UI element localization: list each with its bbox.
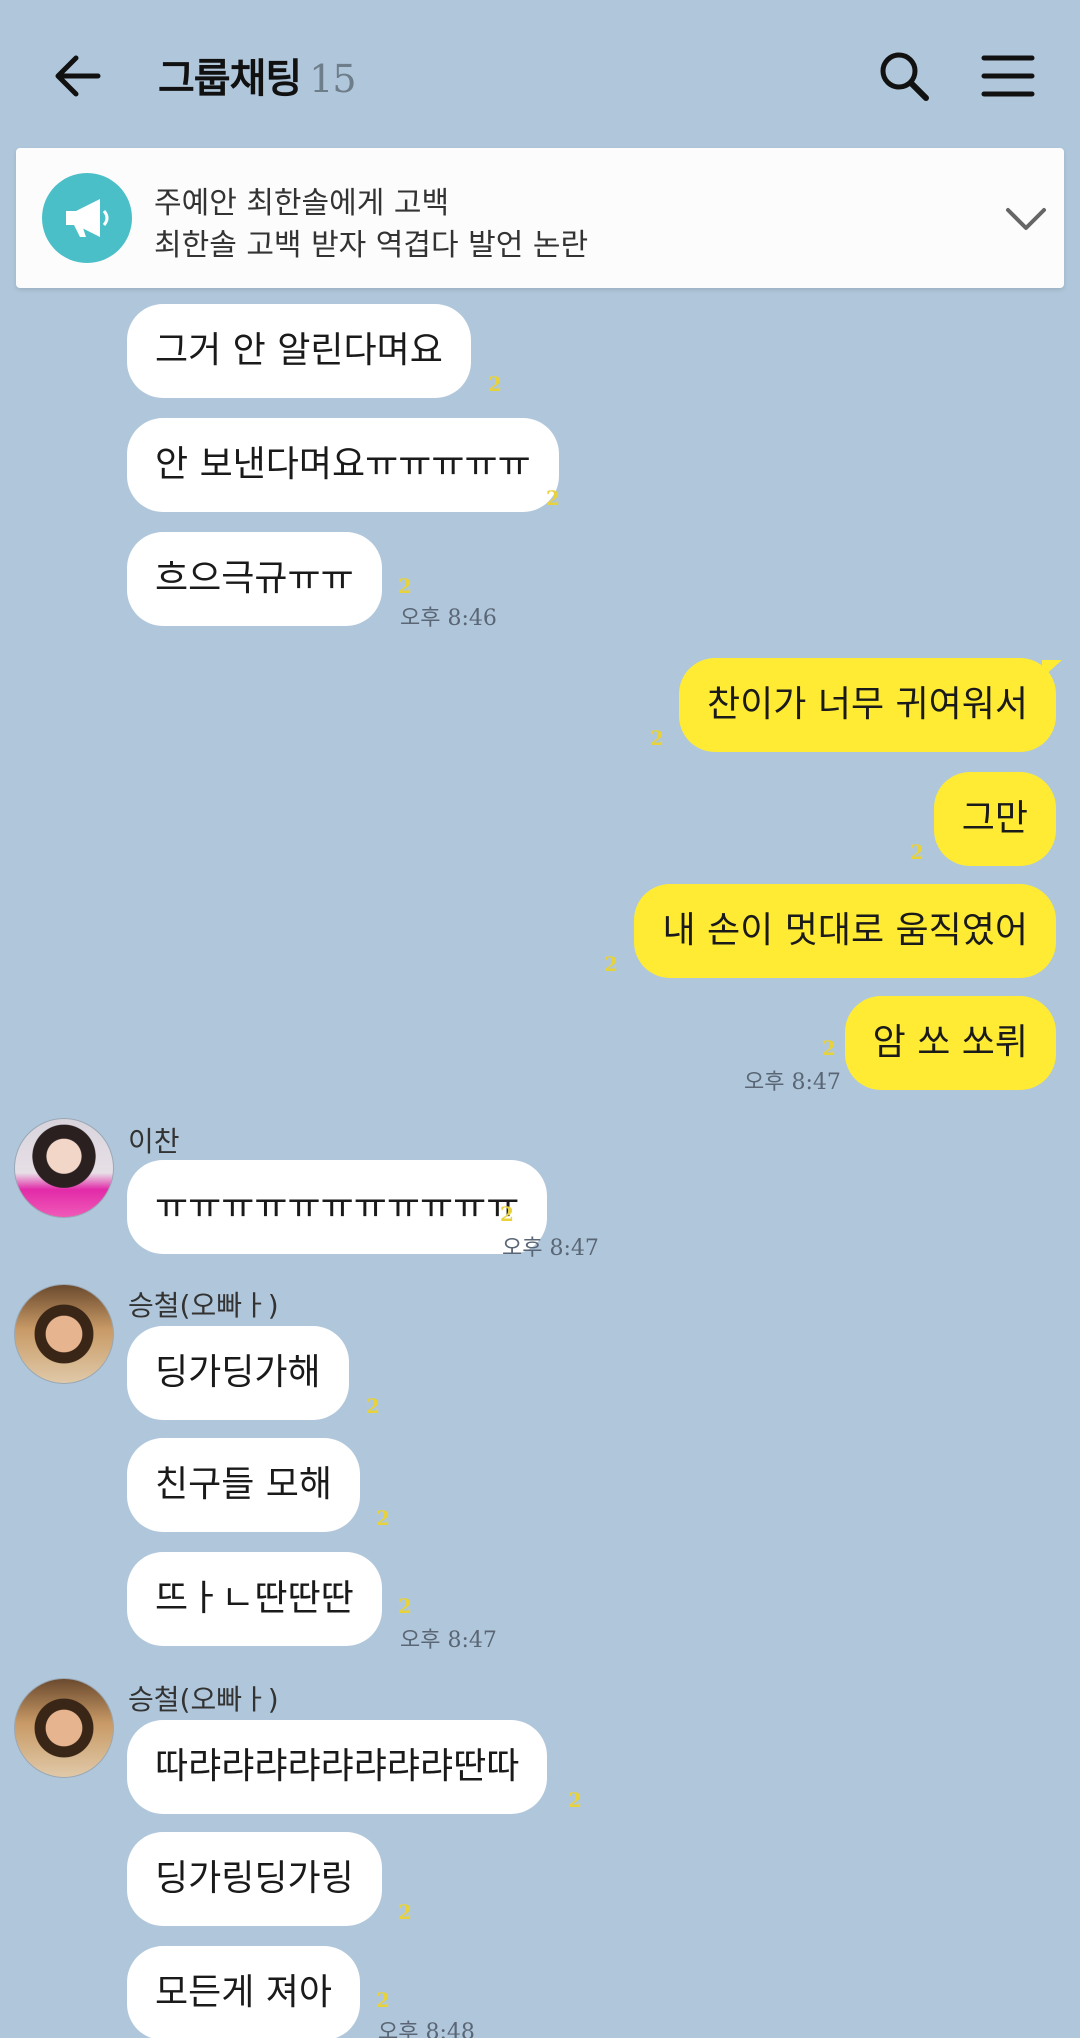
message-bubble[interactable]: 암 쏘 쏘뤼 xyxy=(844,996,1056,1090)
message-bubble[interactable]: 안 보낸다며요ㅠㅠㅠㅠㅠ xyxy=(127,418,559,512)
menu-button[interactable] xyxy=(976,44,1040,108)
unread-count: 2 xyxy=(500,1202,514,1226)
sender-name: 승철(오빠ㅏ) xyxy=(128,1683,279,1716)
unread-count: 2 xyxy=(488,372,502,396)
chevron-down-icon xyxy=(1006,208,1046,230)
message-sent: 내 손이 멋대로 움직였어 xyxy=(634,884,1056,978)
message-bubble[interactable]: 그거 안 알린다며요 xyxy=(127,304,471,398)
message-received: 친구들 모해 xyxy=(127,1438,361,1532)
message-time: 오후 8:46 xyxy=(400,606,497,631)
message-bubble[interactable]: 뜨ㅏㄴ딴딴딴 xyxy=(127,1552,382,1646)
message-received: 딩가딩가해 xyxy=(127,1326,349,1420)
unread-count: 2 xyxy=(910,840,924,864)
menu-icon xyxy=(981,55,1035,97)
sender-name: 이찬 xyxy=(128,1125,180,1158)
message-received: 딩가링딩가링 xyxy=(127,1832,382,1926)
search-icon xyxy=(880,52,929,101)
message-received: 그거 안 알린다며요 xyxy=(127,304,471,398)
unread-count: 2 xyxy=(604,952,618,976)
avatar-lee-chan[interactable] xyxy=(14,1118,114,1218)
chat-title: 그룹채팅 15 xyxy=(158,46,357,104)
unread-count: 2 xyxy=(366,1394,380,1418)
message-bubble[interactable]: 따랴랴랴랴랴랴랴랴딴따 xyxy=(127,1720,548,1814)
message-received: ㅠㅠㅠㅠㅠㅠㅠㅠㅠㅠㅠ xyxy=(127,1160,548,1254)
bubble-tail xyxy=(1042,660,1062,678)
message-time: 오후 8:48 xyxy=(378,2020,475,2038)
notice-expand-button[interactable] xyxy=(996,188,1056,248)
back-arrow-icon xyxy=(55,55,101,97)
unread-count: 2 xyxy=(822,1036,836,1060)
notice-icon xyxy=(42,173,132,263)
chat-header: 그룹채팅 15 xyxy=(0,0,1080,150)
message-sent: 찬이가 너무 귀여워서 xyxy=(679,658,1056,752)
message-bubble[interactable]: 딩가링딩가링 xyxy=(127,1832,382,1926)
message-time: 오후 8:47 xyxy=(502,1236,599,1261)
avatar-seungcheol[interactable] xyxy=(14,1678,114,1778)
message-time: 오후 8:47 xyxy=(400,1628,497,1653)
message-sent: 그만 xyxy=(933,772,1056,866)
message-time: 오후 8:47 xyxy=(744,1070,841,1095)
message-sent: 암 쏘 쏘뤼 xyxy=(844,996,1056,1090)
message-bubble[interactable]: 내 손이 멋대로 움직였어 xyxy=(634,884,1056,978)
message-bubble[interactable]: 친구들 모해 xyxy=(127,1438,361,1532)
message-bubble[interactable]: 흐으극규ㅠㅠ xyxy=(127,532,382,626)
message-received: 모든게 져아 xyxy=(127,1946,361,2038)
unread-count: 2 xyxy=(546,486,560,510)
sender-name: 승철(오빠ㅏ) xyxy=(128,1289,279,1322)
avatar-seungcheol[interactable] xyxy=(14,1284,114,1384)
message-received: 흐으극규ㅠㅠ xyxy=(127,532,382,626)
message-bubble[interactable]: 딩가딩가해 xyxy=(127,1326,349,1420)
message-bubble[interactable]: 모든게 져아 xyxy=(127,1946,361,2038)
notice-text-line2: 최한솔 고백 받자 역겹다 발언 논란 xyxy=(154,228,589,263)
unread-count: 2 xyxy=(376,1506,390,1530)
message-bubble[interactable]: ㅠㅠㅠㅠㅠㅠㅠㅠㅠㅠㅠ xyxy=(127,1160,548,1254)
chat-title-text: 그룹채팅 xyxy=(158,56,302,102)
unread-count: 2 xyxy=(376,1988,390,2012)
search-button[interactable] xyxy=(872,44,936,108)
notice-banner[interactable]: 주예안 최한솔에게 고백 최한솔 고백 받자 역겹다 발언 논란 xyxy=(16,148,1064,288)
unread-count: 2 xyxy=(568,1788,582,1812)
notice-text-line1: 주예안 최한솔에게 고백 xyxy=(154,186,450,221)
message-bubble[interactable]: 그만 xyxy=(933,772,1056,866)
unread-count: 2 xyxy=(650,726,664,750)
megaphone-icon xyxy=(66,199,109,237)
message-bubble[interactable]: 찬이가 너무 귀여워서 xyxy=(679,658,1056,752)
unread-count: 2 xyxy=(398,574,412,598)
unread-count: 2 xyxy=(398,1900,412,1924)
member-count: 15 xyxy=(309,57,356,101)
message-received: 안 보낸다며요ㅠㅠㅠㅠㅠ xyxy=(127,418,559,512)
message-received: 따랴랴랴랴랴랴랴랴딴따 xyxy=(127,1720,548,1814)
back-button[interactable] xyxy=(48,44,112,108)
message-received: 뜨ㅏㄴ딴딴딴 xyxy=(127,1552,382,1646)
unread-count: 2 xyxy=(398,1594,412,1618)
